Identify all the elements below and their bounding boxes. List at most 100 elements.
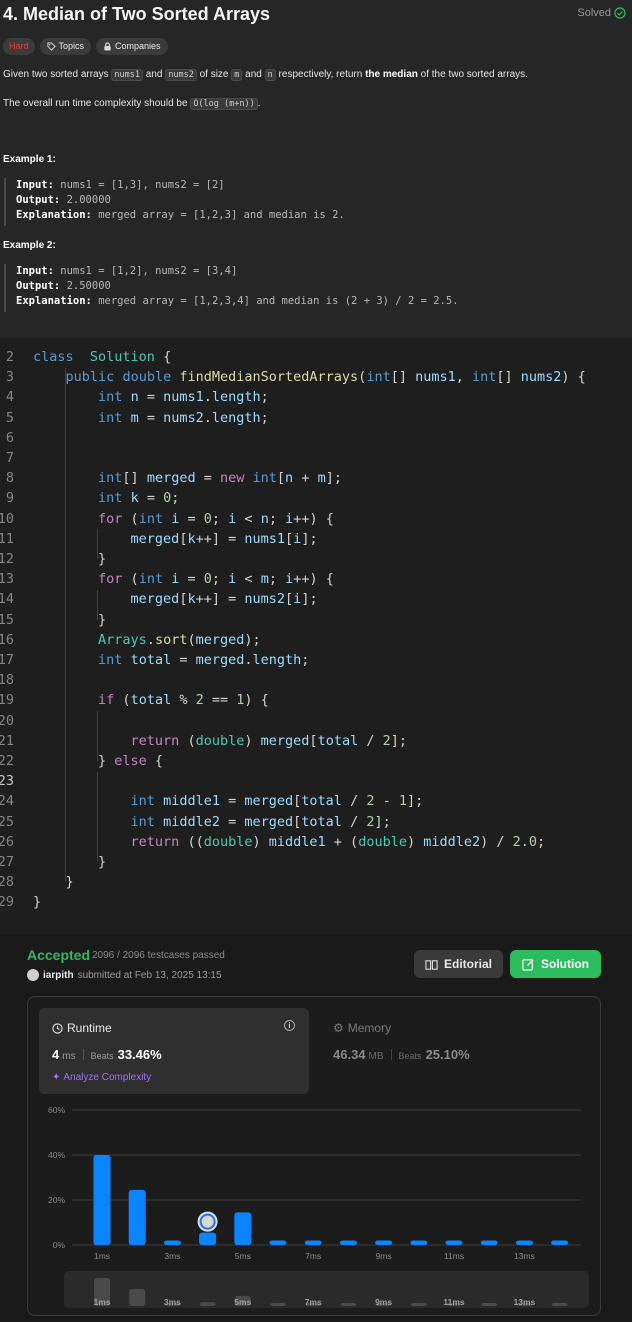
chart-bar: [199, 1232, 217, 1245]
code-token: total: [301, 793, 342, 810]
code-token: [: [309, 732, 318, 749]
code-token: =: [138, 490, 164, 507]
code-line[interactable]: 14 merged[k++] = nums2[i];: [0, 589, 632, 609]
code-token: ) /: [480, 833, 513, 850]
code-line[interactable]: 26 return ((double) middle1 + (double) m…: [0, 832, 632, 852]
code-token: 2.0: [512, 833, 538, 850]
minimap-bar: [410, 1303, 427, 1306]
code-text: Arrays.sort(merged);: [33, 630, 261, 650]
code-line[interactable]: 6: [0, 428, 632, 448]
code-token: [: [285, 530, 294, 547]
code-line[interactable]: 9 int k = 0;: [0, 488, 632, 508]
input-value: nums1 = [1,3], nums2 = [2]: [60, 179, 225, 191]
problem-tags: Hard Topics Companies: [3, 38, 168, 55]
code-line[interactable]: 11 merged[k++] = nums1[i];: [0, 529, 632, 549]
code-line[interactable]: 3 public double findMedianSortedArrays(i…: [0, 367, 632, 387]
code-token: ,: [455, 369, 472, 386]
code-token: int: [130, 793, 155, 810]
input-label: Input:: [16, 179, 54, 191]
username[interactable]: iarpith: [43, 970, 74, 981]
minimap-tick-label: 9ms: [375, 1297, 392, 1307]
topics-button[interactable]: Topics: [39, 38, 92, 55]
code-token: public: [65, 369, 115, 386]
line-number: 22: [0, 753, 14, 769]
avatar[interactable]: [27, 969, 39, 981]
code-line[interactable]: 20: [0, 711, 632, 731]
code-line[interactable]: 13 for (int i = 0; i < m; i++) {: [0, 569, 632, 589]
code-line[interactable]: 10 for (int i = 0; i < n; i++) {: [0, 509, 632, 529]
editorial-label: Editorial: [443, 957, 492, 971]
code-line[interactable]: 4 int n = nums1.length;: [0, 387, 632, 407]
code-line[interactable]: 29}: [0, 892, 632, 912]
code-line[interactable]: 8 int[] merged = new int[n + m];: [0, 468, 632, 488]
code-line[interactable]: 25 int middle2 = merged[total / 2];: [0, 812, 632, 832]
code-editor[interactable]: 2 class Solution {3 public double findMed…: [0, 338, 632, 934]
line-number: 21: [0, 732, 14, 749]
companies-button[interactable]: Companies: [96, 38, 168, 55]
desc-bold: the median: [365, 69, 418, 80]
code-token: merged: [195, 652, 245, 668]
code-line[interactable]: 24 int middle1 = merged[total / 2 - 1];: [0, 791, 632, 811]
editorial-button[interactable]: Editorial: [414, 950, 503, 978]
code-token: ;: [268, 510, 286, 527]
y-tick-label: 0%: [53, 1240, 66, 1250]
minimap-bar: [340, 1303, 357, 1306]
example-2-input: Input: nums1 = [1,2], nums2 = [3,4]: [16, 264, 604, 279]
desc-text: of the two sorted arrays.: [417, 69, 528, 80]
code-line[interactable]: 28 }: [0, 872, 632, 892]
runtime-distribution-chart[interactable]: 0% 20% 40% 60% 1ms 3ms 5ms 7ms 9ms 11ms 13ms 1ms 3ms…: [28, 997, 602, 1317]
problem-description: 4. Median of Two Sorted Arrays Solved Ha…: [0, 0, 632, 338]
code-line[interactable]: 7: [0, 448, 632, 468]
code-token: [: [285, 591, 294, 608]
submission-info: iarpith submitted at Feb 13, 2025 13:15: [27, 969, 222, 981]
code-line[interactable]: 15 }: [0, 610, 632, 630]
desc-text: Given two sorted arrays: [3, 69, 112, 80]
code-token: (: [122, 571, 139, 588]
code-token: i: [285, 571, 294, 588]
output-label: Output:: [16, 194, 61, 206]
code-line[interactable]: 17 int total = merged.length;: [0, 650, 632, 670]
code-line[interactable]: 5 int m = nums2.length;: [0, 408, 632, 428]
code-token: 2: [195, 692, 204, 709]
line-number: 5: [5, 409, 14, 426]
code-token: }: [33, 753, 115, 769]
minimap-bar: [129, 1288, 146, 1306]
minimap-bar: [551, 1303, 568, 1306]
code-line[interactable]: 18: [0, 670, 632, 690]
inline-code: O(log (m+n)): [190, 98, 258, 110]
solution-label: Solution: [541, 957, 589, 971]
code-token: length: [211, 409, 261, 426]
code-line[interactable]: 23: [0, 771, 632, 791]
code-line[interactable]: 16 Arrays.sort(merged);: [0, 630, 632, 650]
code-token: (: [122, 510, 139, 527]
chart-bar: [304, 1240, 322, 1245]
x-tick-label: 5ms: [235, 1251, 251, 1261]
chart-bar: [269, 1240, 287, 1245]
code-token: ];: [325, 470, 342, 487]
tag-icon: [46, 42, 56, 51]
code-line[interactable]: 2 class Solution {: [0, 347, 632, 367]
code-line[interactable]: 27 }: [0, 852, 632, 872]
solution-button[interactable]: Solution: [510, 950, 601, 978]
line-number: 4: [5, 389, 14, 406]
inline-code: m: [231, 69, 243, 81]
code-line[interactable]: 12 }: [0, 549, 632, 569]
chart-bar: [163, 1240, 181, 1245]
code-line[interactable]: 21 return (double) merged[total / 2];: [0, 731, 632, 751]
testcases-passed: 2096 / 2096 testcases passed: [92, 950, 225, 961]
code-token: =: [195, 470, 220, 487]
chart-bar: [93, 1155, 111, 1245]
code-token: 2: [382, 732, 391, 749]
code-line[interactable]: 22 } else {: [0, 751, 632, 771]
code-line[interactable]: 19 if (total % 2 == 1) {: [0, 690, 632, 710]
performance-panel: Runtime i 4 ms Beats 33.46% ✦ Analyze Co…: [27, 996, 601, 1316]
line-number: 14: [0, 591, 14, 608]
chart-bar: [128, 1189, 146, 1245]
code-token: middle1: [268, 833, 326, 850]
